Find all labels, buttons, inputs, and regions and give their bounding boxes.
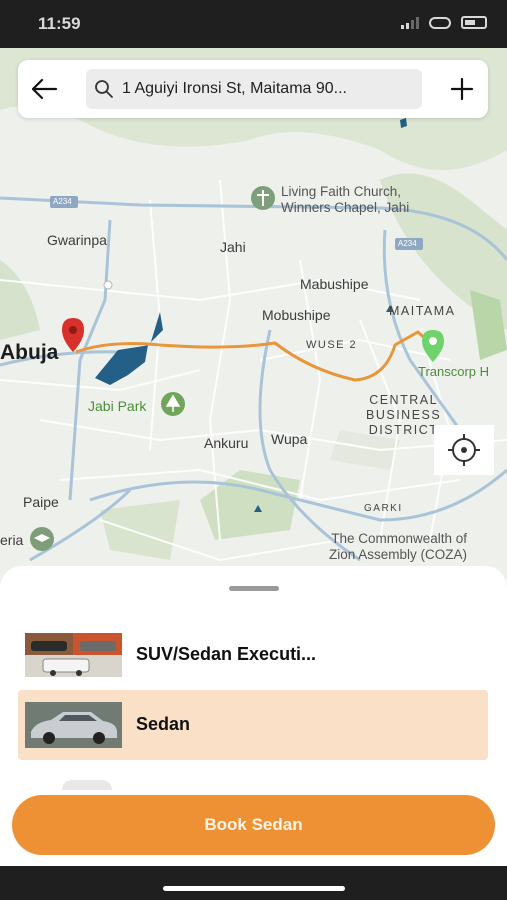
status-bar: 11:59 (0, 0, 507, 48)
ride-option-label: Sedan (136, 714, 191, 734)
status-icons (401, 16, 487, 29)
road-shield-a234b: A234 (398, 239, 417, 248)
map-label-transcorp: Transcorp H (418, 364, 490, 379)
map-label-maitama: MAITAMA (389, 304, 456, 318)
ride-option-label: SUV/Sedan Executi... (136, 644, 317, 664)
ride-option-suv-sedan-executive[interactable]: SUV/Sedan Executi... (18, 620, 488, 690)
map-label-abuja: Abuja (0, 341, 59, 364)
map-label-jahi: Jahi (220, 239, 246, 255)
add-stop-button[interactable] (448, 74, 476, 104)
sheet-drag-handle[interactable] (229, 586, 279, 591)
map-label-wuse2: WUSE 2 (306, 339, 358, 351)
sedan-thumbnail (25, 702, 122, 748)
map-label-cbd: CENTRAL BUSINESS DISTRICT (366, 393, 442, 437)
map-label-coza: The Commonwealth of Zion Assembly (COZA) (329, 531, 468, 562)
map-label-garki: GARKI (364, 503, 403, 514)
map-label-church-text: Living Faith Church, Winners Chapel, Jah… (281, 184, 410, 215)
search-icon (95, 80, 113, 98)
back-button[interactable] (28, 74, 60, 104)
my-location-button[interactable] (434, 425, 494, 475)
map-label-paipe: Paipe (23, 494, 59, 510)
crosshair-icon (448, 434, 480, 466)
ride-option-sedan[interactable]: Sedan (18, 690, 488, 760)
map-view[interactable]: Living Faith Church, Winners Chapel, Jah… (0, 48, 507, 588)
home-indicator[interactable] (163, 886, 345, 891)
status-time: 11:59 (38, 14, 81, 33)
road-shield-a234: A234 (53, 197, 72, 206)
suv-sedan-thumbnail (25, 633, 122, 677)
search-header-card: 1 Aguiyi Ironsi St, Maitama 90... (18, 60, 488, 118)
map-label-mabushipe: Mabushipe (300, 276, 369, 292)
map-label-wupa: Wupa (271, 431, 308, 447)
battery-icon (461, 16, 487, 29)
map-label-mobushipe: Mobushipe (262, 307, 331, 323)
book-ride-button[interactable]: Book Sedan (12, 795, 495, 855)
next-ride-option-peek (62, 780, 112, 790)
map-label-ankuru: Ankuru (204, 435, 249, 451)
map-label-jabi-park: Jabi Park (88, 398, 147, 414)
map-label-church: Living Faith Church, Winners Chapel, Jah… (281, 184, 409, 216)
map-label-gwarinpa: Gwarinpa (47, 232, 107, 248)
map-label-eria: eria (0, 532, 24, 548)
plus-icon (450, 77, 474, 101)
search-input[interactable]: 1 Aguiyi Ironsi St, Maitama 90... (86, 69, 422, 109)
search-input-value: 1 Aguiyi Ironsi St, Maitama 90... (122, 80, 347, 97)
hotspot-link-icon (429, 16, 451, 29)
back-arrow-icon (31, 78, 58, 100)
signal-icon (401, 16, 419, 29)
